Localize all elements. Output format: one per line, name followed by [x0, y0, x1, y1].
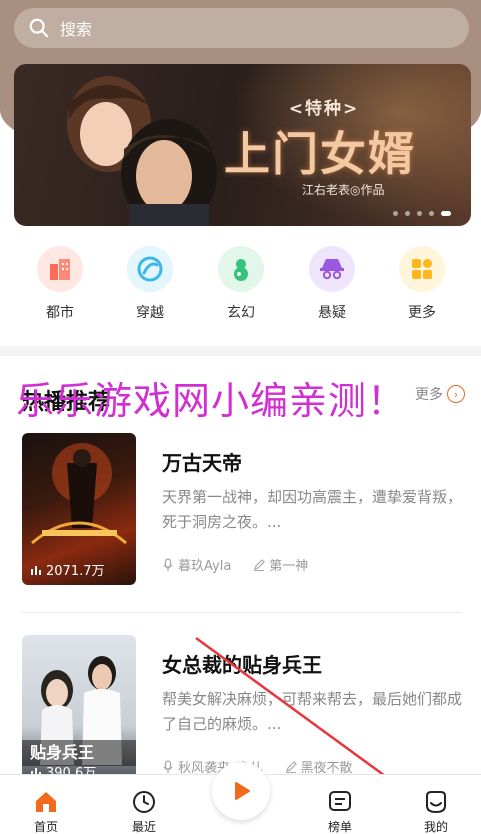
- more-link[interactable]: 更多 ›: [415, 384, 465, 404]
- svg-text:贴身兵王: 贴身兵王: [30, 743, 94, 762]
- category-row: 都市 穿越 玄幻 悬疑 更多: [0, 246, 481, 326]
- chevron-right-icon: ›: [447, 385, 465, 403]
- book-description: 帮美女解决麻烦，可帮来帮去，最后她们都成了自己的麻烦。...: [162, 690, 463, 733]
- portal-icon: [127, 246, 173, 292]
- book-title: 万古天帝: [162, 451, 242, 475]
- more-label: 更多: [415, 387, 443, 403]
- list-separator: [22, 612, 462, 613]
- section-divider: [0, 346, 481, 356]
- category-label: 玄幻: [227, 305, 255, 321]
- banner-illustration: [67, 76, 217, 226]
- book-title: 女总裁的贴身兵王: [162, 653, 322, 677]
- banner-pagination[interactable]: [393, 211, 451, 216]
- tab-label: 榜单: [327, 820, 352, 834]
- category-label: 穿越: [136, 305, 164, 321]
- book-meta: 暮玖Ayla 第一神: [162, 555, 308, 574]
- detective-icon: [309, 246, 355, 292]
- watermark-text: 乐乐游戏网小编亲测！: [16, 379, 407, 423]
- category-fantasy[interactable]: 玄幻: [205, 246, 277, 322]
- tab-recent[interactable]: 最近: [114, 789, 174, 834]
- pagination-dot[interactable]: [417, 211, 422, 216]
- book-card[interactable]: 2071.7万 万古天帝 天界第一战神，却因功高震主，遭挚爱背叛，死于洞房之夜。…: [22, 433, 462, 593]
- city-icon: [37, 246, 83, 292]
- category-mystery[interactable]: 悬疑: [296, 246, 368, 322]
- banner-author: 江右老表◎作品: [302, 183, 385, 197]
- player-button[interactable]: [212, 762, 270, 820]
- list-icon: [329, 791, 351, 811]
- category-urban[interactable]: 都市: [24, 246, 96, 322]
- pagination-dot[interactable]: [429, 211, 434, 216]
- tab-label: 最近: [131, 820, 156, 834]
- clock-icon: [133, 791, 155, 813]
- microphone-icon: [163, 557, 173, 571]
- book-cover[interactable]: 2071.7万: [22, 433, 136, 585]
- pen-icon: [285, 760, 297, 773]
- bar-chart-icon: [31, 565, 41, 575]
- narrator-name: 暮玖Ayla: [178, 559, 232, 574]
- pen-icon: [254, 558, 266, 571]
- author: 第一神: [253, 555, 308, 574]
- smiley-icon: [426, 791, 446, 814]
- book-card[interactable]: 贴身兵王 390.6万 女总裁的贴身兵王 帮美女解决麻烦，可帮来帮去，最后她们都…: [22, 635, 463, 787]
- book-description: 天界第一战神，却因功高震主，遭挚爱背叛，死于洞房之夜。...: [162, 488, 463, 531]
- category-label: 都市: [46, 305, 74, 321]
- search-icon: [29, 18, 49, 38]
- book-cover[interactable]: 贴身兵王 390.6万: [22, 635, 136, 787]
- pagination-dot-active[interactable]: [441, 211, 451, 216]
- banner-subtitle: <特种>: [288, 99, 360, 119]
- author-name: 第一神: [269, 559, 309, 574]
- search-placeholder: 搜索: [60, 20, 93, 39]
- microphone-icon: [163, 759, 173, 773]
- tab-home[interactable]: 首页: [16, 789, 76, 834]
- category-label: 悬疑: [318, 305, 346, 321]
- play-count: 2071.7万: [30, 560, 105, 579]
- category-time-travel[interactable]: 穿越: [114, 246, 186, 322]
- pagination-dot[interactable]: [405, 211, 410, 216]
- tab-label: 首页: [33, 820, 58, 834]
- narrator: 暮玖Ayla: [162, 555, 231, 574]
- category-more[interactable]: 更多: [386, 246, 458, 322]
- category-label: 更多: [408, 305, 436, 321]
- banner-title: 上门女婿: [224, 127, 416, 181]
- gourd-icon: [218, 246, 264, 292]
- grid-icon: [399, 246, 445, 292]
- promo-banner[interactable]: <特种> 上门女婿 江右老表◎作品: [14, 64, 471, 226]
- search-bar[interactable]: 搜索: [14, 8, 469, 48]
- play-icon: [235, 782, 250, 800]
- tab-profile[interactable]: 我的: [406, 789, 466, 834]
- tab-label: 我的: [423, 820, 448, 834]
- play-count-value: 2071.7万: [46, 564, 105, 579]
- tab-charts[interactable]: 榜单: [310, 789, 370, 834]
- home-icon: [36, 792, 56, 812]
- pagination-dot[interactable]: [393, 211, 398, 216]
